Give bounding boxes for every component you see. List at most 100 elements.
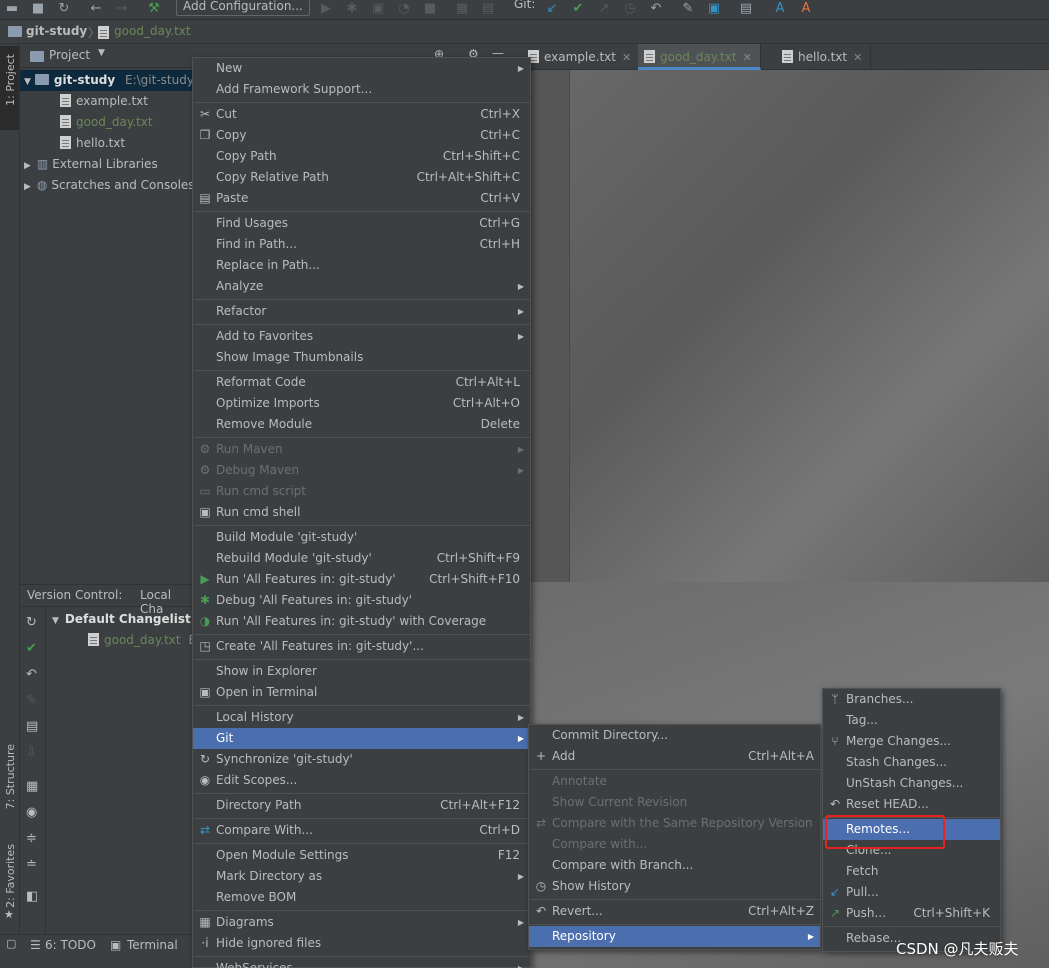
settings-wrench-icon[interactable]: ✎	[680, 1, 696, 17]
menu-item-repository[interactable]: Repository ▶	[529, 926, 820, 947]
tree-file[interactable]: good_day.txt	[60, 112, 153, 133]
menu-item-show-in-explorer[interactable]: Show in Explorer	[193, 661, 530, 682]
menu-item-reset-head[interactable]: ↶ Reset HEAD...	[823, 794, 1000, 815]
menu-item-open-in-terminal[interactable]: ▣ Open in Terminal	[193, 682, 530, 703]
menu-item-show-image-thumbnails[interactable]: Show Image Thumbnails	[193, 347, 530, 368]
menu-item-rebuild-module-git-study[interactable]: Rebuild Module 'git-study' Ctrl+Shift+F9	[193, 548, 530, 569]
refresh-icon[interactable]: ↻	[26, 615, 37, 630]
menu-item-compare-with[interactable]: ⇄ Compare With... Ctrl+D	[193, 820, 530, 841]
menu-item-branches[interactable]: ᛘ Branches...	[823, 689, 1000, 710]
shelve-icon[interactable]: ⇩	[26, 745, 37, 760]
rollback-icon[interactable]: ↶	[648, 1, 664, 17]
menu-item-optimize-imports[interactable]: Optimize Imports Ctrl+Alt+O	[193, 393, 530, 414]
menu-item-git[interactable]: Git ▶	[193, 728, 530, 749]
git-update-icon[interactable]: ↙	[544, 1, 560, 17]
eye-icon[interactable]: ◉	[26, 805, 37, 820]
menu-item-merge-changes[interactable]: ⑂ Merge Changes...	[823, 731, 1000, 752]
changelist-row[interactable]: ▼ Default Changelist	[52, 609, 191, 630]
menu-item-hide-ignored-files[interactable]: ·i Hide ignored files	[193, 933, 530, 954]
tree-scratches[interactable]: ▶ ◍ Scratches and Consoles	[24, 175, 195, 196]
expand-all-icon[interactable]: ≑	[26, 831, 37, 846]
menu-item-fetch[interactable]: Fetch	[823, 861, 1000, 882]
menu-item-add-to-favorites[interactable]: Add to Favorites ▶	[193, 326, 530, 347]
changed-file-row[interactable]: good_day.txt E	[88, 630, 196, 651]
editor-tab[interactable]: example.txt ✕	[522, 44, 641, 70]
tree-file[interactable]: hello.txt	[60, 133, 125, 154]
close-icon[interactable]: ✕	[853, 51, 862, 64]
tab-todo[interactable]: 6: TODO	[45, 938, 96, 952]
menu-item-run-all-features-in-git-study[interactable]: ▶ Run 'All Features in: git-study' Ctrl+Sh…	[193, 569, 530, 590]
menu-item-pull[interactable]: ↙ Pull...	[823, 882, 1000, 903]
menu-item-create-all-features-in-git-study[interactable]: ◳ Create 'All Features in: git-study'...	[193, 636, 530, 657]
menu-item-remove-bom[interactable]: Remove BOM	[193, 887, 530, 908]
menu-item-add[interactable]: + Add Ctrl+Alt+A	[529, 746, 820, 767]
menu-item-paste[interactable]: ▤ Paste Ctrl+V	[193, 188, 530, 209]
menu-item-directory-path[interactable]: Directory Path Ctrl+Alt+F12	[193, 795, 530, 816]
breadcrumb-project[interactable]: git-study	[26, 24, 87, 38]
menu-item-find-in-path[interactable]: Find in Path... Ctrl+H	[193, 234, 530, 255]
menu-item-show-current-revision[interactable]: Show Current Revision	[529, 792, 820, 813]
chevron-down-icon[interactable]: ▼	[98, 48, 105, 58]
menu-item-commit-directory[interactable]: Commit Directory...	[529, 725, 820, 746]
tab-terminal[interactable]: Terminal	[127, 938, 178, 952]
menu-item-compare-with-the-same-repository-version[interactable]: ⇄ Compare with the Same Repository Versio…	[529, 813, 820, 834]
tree-external-libraries[interactable]: ▶ ▥ External Libraries	[24, 154, 158, 175]
tree-file[interactable]: example.txt	[60, 91, 148, 112]
menu-item-reformat-code[interactable]: Reformat Code Ctrl+Alt+L	[193, 372, 530, 393]
menu-item-revert[interactable]: ↶ Revert... Ctrl+Alt+Z	[529, 901, 820, 922]
menu-item-stash-changes[interactable]: Stash Changes...	[823, 752, 1000, 773]
save-icon[interactable]: ■	[30, 1, 46, 17]
font-a-orange-icon[interactable]: A	[798, 1, 814, 17]
tree-root[interactable]: ▼ git-study E:\git-study	[24, 70, 194, 91]
menu-item-unstash-changes[interactable]: UnStash Changes...	[823, 773, 1000, 794]
editor-area[interactable]	[514, 70, 1049, 582]
menu-item-refactor[interactable]: Refactor ▶	[193, 301, 530, 322]
menu-item-webservices[interactable]: WebServices ▶	[193, 958, 530, 968]
editor-tab-active[interactable]: good_day.txt ✕	[638, 44, 761, 70]
expand-arrow-icon[interactable]: ▼	[52, 616, 59, 626]
project-structure-icon-2[interactable]: ▣	[706, 1, 722, 17]
expand-arrow-icon[interactable]: ▶	[24, 161, 31, 171]
menu-item-remove-module[interactable]: Remove Module Delete	[193, 414, 530, 435]
debug-icon[interactable]: ✱	[344, 1, 360, 17]
menu-item-new[interactable]: New ▶	[193, 58, 530, 79]
menu-item-build-module-git-study[interactable]: Build Module 'git-study'	[193, 527, 530, 548]
menu-item-annotate[interactable]: Annotate	[529, 771, 820, 792]
menu-item-edit-scopes[interactable]: ◉ Edit Scopes...	[193, 770, 530, 791]
back-icon[interactable]: ←	[88, 1, 104, 17]
menu-item-show-history[interactable]: ◷ Show History	[529, 876, 820, 897]
menu-item-run-cmd-script[interactable]: ▭ Run cmd script	[193, 481, 530, 502]
open-folder-icon[interactable]: ▬	[4, 1, 20, 17]
changelist-icon[interactable]: ▤	[26, 719, 38, 734]
menu-item-mark-directory-as[interactable]: Mark Directory as ▶	[193, 866, 530, 887]
menu-item-copy-relative-path[interactable]: Copy Relative Path Ctrl+Alt+Shift+C	[193, 167, 530, 188]
expand-arrow-icon[interactable]: ▼	[24, 77, 31, 87]
menu-item-cut[interactable]: ✂ Cut Ctrl+X	[193, 104, 530, 125]
menu-item-diagrams[interactable]: ▦ Diagrams ▶	[193, 912, 530, 933]
menu-item-run-cmd-shell[interactable]: ▣ Run cmd shell	[193, 502, 530, 523]
project-view-dropdown[interactable]: Project	[49, 48, 90, 62]
commit-check-icon[interactable]: ✔	[26, 641, 37, 656]
editor-tab[interactable]: hello.txt ✕	[776, 44, 872, 70]
menu-item-local-history[interactable]: Local History ▶	[193, 707, 530, 728]
menu-item-copy[interactable]: ❐ Copy Ctrl+C	[193, 125, 530, 146]
menu-item-open-module-settings[interactable]: Open Module Settings F12	[193, 845, 530, 866]
sync-icon[interactable]: ↻	[56, 1, 72, 17]
menu-item-find-usages[interactable]: Find Usages Ctrl+G	[193, 213, 530, 234]
build-hammer-icon[interactable]: ⚒	[146, 1, 162, 17]
sdk-icon[interactable]: ▤	[480, 1, 496, 17]
menu-item-replace-in-path[interactable]: Replace in Path...	[193, 255, 530, 276]
preview-icon[interactable]: ◧	[26, 889, 38, 904]
group-icon[interactable]: ▦	[26, 779, 38, 794]
git-history-icon[interactable]: ◷	[622, 1, 638, 17]
menu-item-analyze[interactable]: Analyze ▶	[193, 276, 530, 297]
menu-item-run-all-features-in-git-study-with-coverage[interactable]: ◑ Run 'All Features in: git-study' with C…	[193, 611, 530, 632]
profile-icon[interactable]: ◔	[396, 1, 412, 17]
menu-item-run-maven[interactable]: ⚙ Run Maven ▶	[193, 439, 530, 460]
menu-item-debug-all-features-in-git-study[interactable]: ✱ Debug 'All Features in: git-study'	[193, 590, 530, 611]
tab-project[interactable]: 1: Project	[4, 54, 17, 106]
menu-item-synchronize-git-study[interactable]: ↻ Synchronize 'git-study'	[193, 749, 530, 770]
menu-item-compare-with-branch[interactable]: Compare with Branch...	[529, 855, 820, 876]
git-commit-icon[interactable]: ✔	[570, 1, 586, 17]
font-a-blue-icon[interactable]: A	[772, 1, 788, 17]
